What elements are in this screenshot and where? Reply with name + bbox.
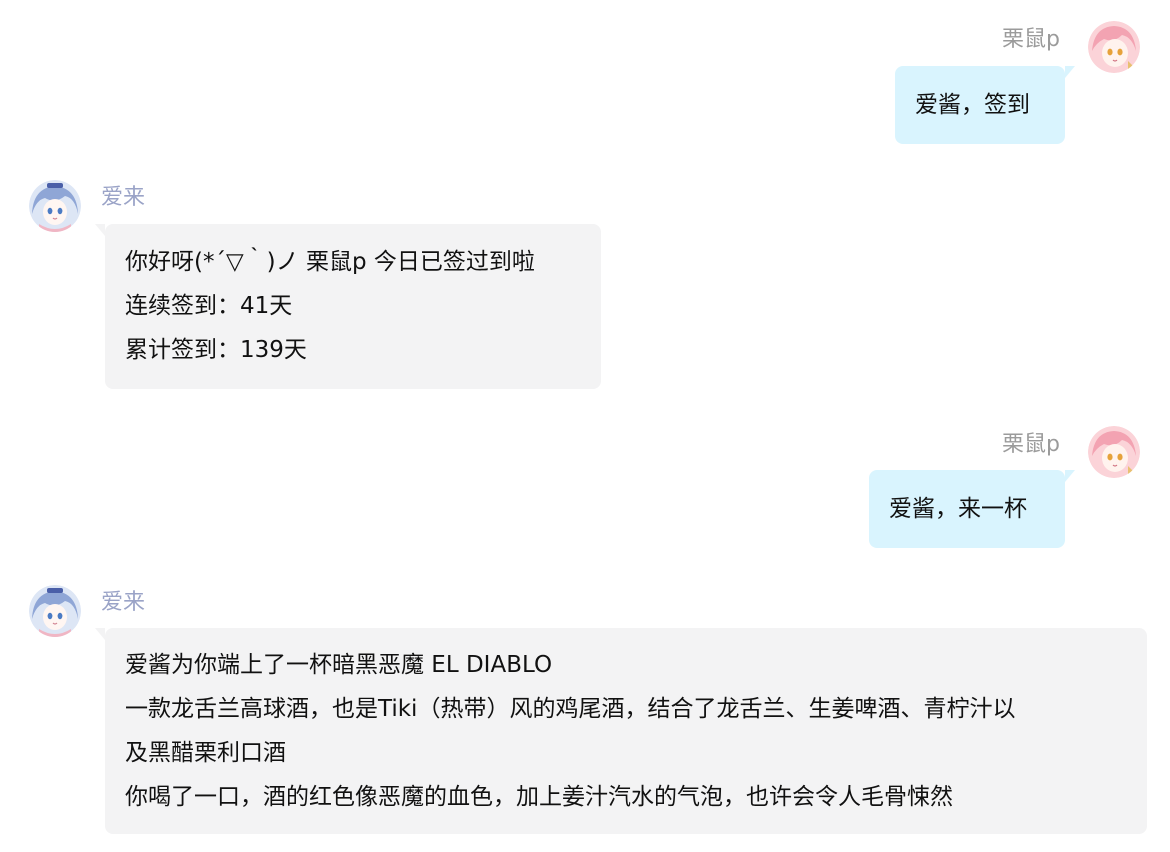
blue-hair-anime-girl-avatar-icon [29, 180, 81, 232]
message-bubble: 你好呀(*´▽｀)ノ 栗鼠p 今日已签过到啦 连续签到：41天 累计签到：139… [95, 224, 601, 389]
pink-hair-anime-girl-avatar-icon [1088, 21, 1140, 73]
message-bubble: 爱酱为你端上了一杯暗黑恶魔 EL DIABLO 一款龙舌兰高球酒，也是Tiki（… [95, 628, 1147, 834]
message-text: 一款龙舌兰高球酒，也是Tiki（热带）风的鸡尾酒，结合了龙舌兰、生姜啤酒、青柠汁… [125, 696, 1016, 722]
message-bot-drink-reply: 爱来 爱酱为你端上了一杯暗黑恶魔 EL DIABLO 一款龙舌兰高球酒，也是Ti… [0, 575, 1170, 845]
message-text: 爱酱，签到 [915, 92, 1030, 118]
user-avatar[interactable] [1088, 21, 1140, 73]
sender-name: 爱来 [101, 590, 146, 615]
message-text: 及黑醋栗利口酒 [125, 740, 286, 766]
bubble-tail [1065, 66, 1075, 78]
message-text: 连续签到：41天 [125, 293, 293, 319]
sender-name: 栗鼠p [1002, 27, 1060, 52]
sender-name: 爱来 [101, 185, 146, 210]
message-text: 你好呀(*´▽｀)ノ 栗鼠p 今日已签过到啦 [125, 249, 535, 275]
blue-hair-anime-girl-avatar-icon [29, 585, 81, 637]
bubble-tail [1065, 470, 1075, 482]
bubble-tail [95, 628, 105, 640]
user-avatar[interactable] [1088, 426, 1140, 478]
message-user-checkin: 栗鼠p 爱酱，签到 [0, 0, 1170, 150]
message-user-drink: 栗鼠p 爱酱，来一杯 [0, 405, 1170, 555]
pink-hair-anime-girl-avatar-icon [1088, 426, 1140, 478]
message-text: 你喝了一口，酒的红色像恶魔的血色，加上姜汁汽水的气泡，也许会令人毛骨悚然 [125, 784, 953, 810]
sender-name: 栗鼠p [1002, 432, 1060, 457]
message-text: 爱酱为你端上了一杯暗黑恶魔 EL DIABLO [125, 652, 553, 678]
message-bot-checkin-reply: 爱来 你好呀(*´▽｀)ノ 栗鼠p 今日已签过到啦 连续签到：41天 累计签到：… [0, 170, 1170, 395]
bot-avatar[interactable] [29, 585, 81, 637]
message-text: 爱酱，来一杯 [889, 496, 1027, 522]
bubble-tail [95, 224, 105, 236]
message-text: 累计签到：139天 [125, 337, 307, 363]
bot-avatar[interactable] [29, 180, 81, 232]
message-bubble: 爱酱，来一杯 [869, 470, 1075, 548]
message-bubble: 爱酱，签到 [895, 66, 1075, 144]
